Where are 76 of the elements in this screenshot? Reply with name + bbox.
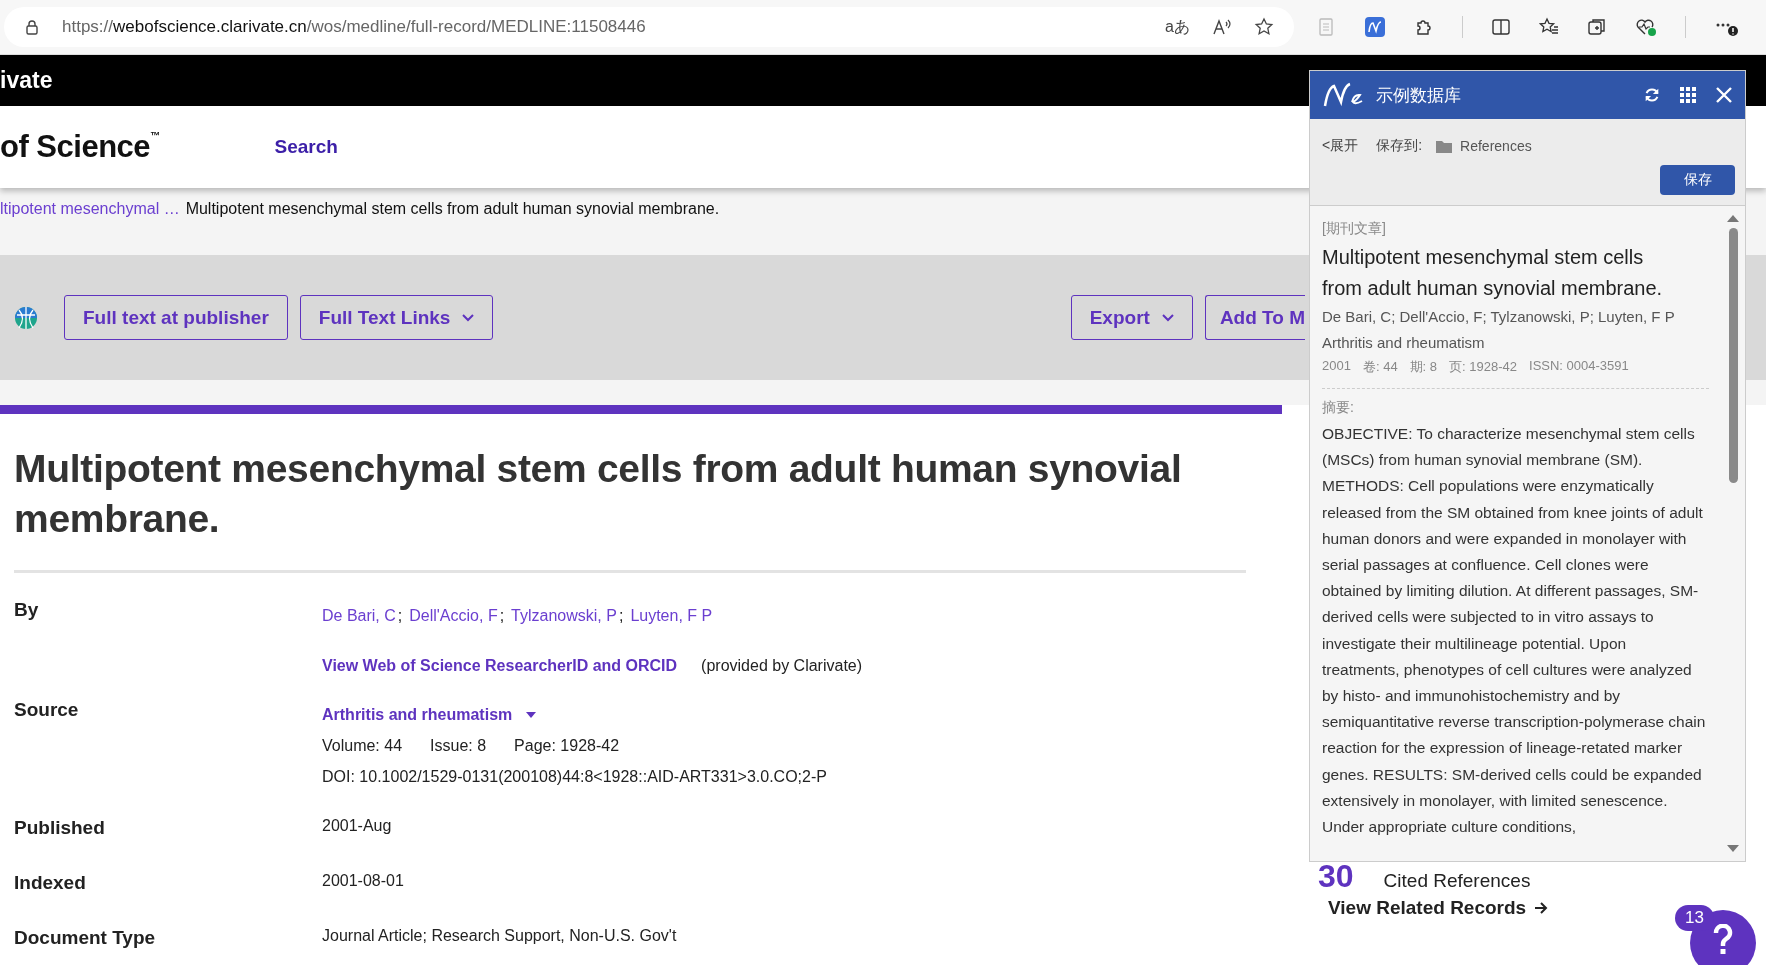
item-meta: 期: 8 [1409, 358, 1438, 376]
breadcrumb-current: Multipotent mesenchymal stem cells from adult human synovial membrane. [185, 200, 720, 219]
author-link[interactable]: Dell'Accio, F [409, 606, 498, 625]
field-label: Indexed [14, 872, 87, 895]
scrollbar-thumb[interactable] [1728, 228, 1738, 483]
researcher-id-link[interactable]: View Web of Science ResearcherID and ORCID [322, 656, 678, 675]
field-label: Source [14, 699, 80, 722]
separator: ; [499, 606, 505, 625]
abstract-label: 摘要: [1322, 399, 1355, 417]
globe-icon[interactable] [14, 305, 38, 330]
toolbar-button[interactable]: Add To M [1204, 295, 1305, 340]
extension-logo-icon[interactable] [1364, 16, 1386, 38]
source-detail: Page: 1928-42 [514, 736, 620, 755]
source-detail: Volume: 44 [322, 736, 403, 755]
field-value: 2001-08-01 [322, 872, 404, 890]
lock-icon [24, 19, 40, 35]
separator: ; [618, 606, 624, 625]
breadcrumb-link[interactable]: ltipotent mesenchymal … [0, 200, 180, 255]
star-icon[interactable] [1254, 17, 1274, 37]
field-value: 2001-Aug [322, 817, 392, 835]
separator: ; [397, 606, 403, 625]
folder-icon [1436, 139, 1453, 153]
author-link[interactable]: De Bari, C [322, 606, 396, 625]
field-label: Published [14, 817, 106, 840]
brand-name: ivate [0, 67, 53, 94]
doi-text: DOI: 10.1002/1529-0131(200108)44:8<1928::AID-ART331>3.0.CO;2-P [322, 767, 827, 786]
refresh-icon[interactable] [1643, 86, 1661, 104]
folder-selector[interactable]: References [1460, 138, 1532, 154]
field-label: Document Type [14, 927, 157, 950]
item-meta: 卷: 44 [1362, 358, 1398, 376]
address-bar-url[interactable]: https://webofscience.clarivate.cn/wos/medline/full-record/MEDLINE:11508446 [62, 17, 1144, 37]
close-icon[interactable] [1715, 86, 1733, 104]
journal-link[interactable]: Arthritis and rheumatism [322, 705, 513, 724]
grid-icon[interactable] [1679, 86, 1697, 104]
notification-badge: 13 [1675, 905, 1714, 931]
toolbar-button[interactable]: Full Text Links [299, 295, 494, 340]
record-title: Multipotent mesenchymal stem cells from adult human synovial membrane. [14, 446, 1183, 542]
author-link[interactable]: Luyten, F P [630, 606, 713, 625]
save-to-label: 保存到: [1376, 137, 1423, 155]
nav-link[interactable]: Search [274, 136, 338, 158]
item-type: [期刊文章] [1322, 220, 1387, 238]
read-aloud-icon[interactable] [1212, 17, 1232, 37]
cited-label: Cited References [1383, 870, 1531, 892]
arrow-right-icon[interactable] [1534, 902, 1549, 914]
translate-button[interactable]: aあ [1165, 16, 1190, 38]
collections-icon[interactable] [1587, 17, 1607, 37]
question-mark-icon[interactable] [1711, 924, 1735, 954]
field-value: Journal Article; Research Support, Non-U.S. Gov't [322, 927, 677, 945]
site-logo[interactable]: of Science$^{™}$ [0, 129, 160, 165]
related-records-link[interactable]: View Related Records [1328, 897, 1549, 919]
author-link[interactable]: Tylzanowski, P [511, 606, 617, 625]
item-meta: 页: 1928-42 [1449, 358, 1517, 376]
item-title: Multipotent mesenchymal stem cells from adult human synovial membrane. [1322, 245, 1664, 301]
abstract-text: OBJECTIVE: To characterize mesenchymal stem cells (MSCs) from human synovial membrane (SM). METHODS: Cell populations were enzymatically released from the SM obtained from knee joints of adult human donors and were expanded in monolayer with serial passages at confluence. Cell clones were obtained by limiting dilution. At different passages, SM-derived cells were subjected to in vitro assays to investigate their multilineage potential. Upon treatments, phenotypes of cell cultures were analyzed by histo- and immunohistochemistry and by semiquantitative reverse transcription-polymerase chain reaction for the expression of lineage-retated marker genes. RESULTS: SM-derived cells could be expanded extensively in monolayer, with limited senescence. Under appropriate culture conditions, [1322, 424, 1707, 838]
field-label: By [14, 599, 40, 622]
provider-note: (provided by Clarivate) [701, 656, 863, 675]
source-detail: Issue: 8 [430, 736, 487, 755]
item-authors: De Bari, C; Dell'Accio, F; Tylzanowski, P; Luyten, F P [1322, 307, 1676, 327]
cited-count[interactable]: 30 [1318, 858, 1354, 895]
chevron-down-icon[interactable] [462, 313, 475, 322]
extension-title: 示例数据库 [1376, 84, 1462, 107]
save-button[interactable]: 保存 [1660, 165, 1735, 195]
item-meta: ISSN: 0004-3591 [1529, 358, 1629, 375]
toolbar-button[interactable]: Full text at publisher [64, 295, 288, 340]
toolbar-button[interactable]: Export [1070, 295, 1193, 340]
puzzle-icon[interactable] [1414, 17, 1434, 37]
favorites-icon[interactable] [1539, 17, 1559, 37]
expand-link[interactable]: <展开 [1322, 137, 1359, 155]
scroll-down-icon[interactable] [1727, 845, 1739, 853]
health-icon[interactable] [1635, 17, 1657, 37]
item-meta: 2001 [1322, 358, 1351, 375]
caret-icon[interactable] [526, 711, 537, 718]
item-journal: Arthritis and rheumatism [1322, 333, 1486, 353]
chevron-down-icon[interactable] [1161, 313, 1174, 322]
scroll-up-icon[interactable] [1727, 214, 1739, 222]
split-screen-icon[interactable] [1491, 17, 1511, 37]
